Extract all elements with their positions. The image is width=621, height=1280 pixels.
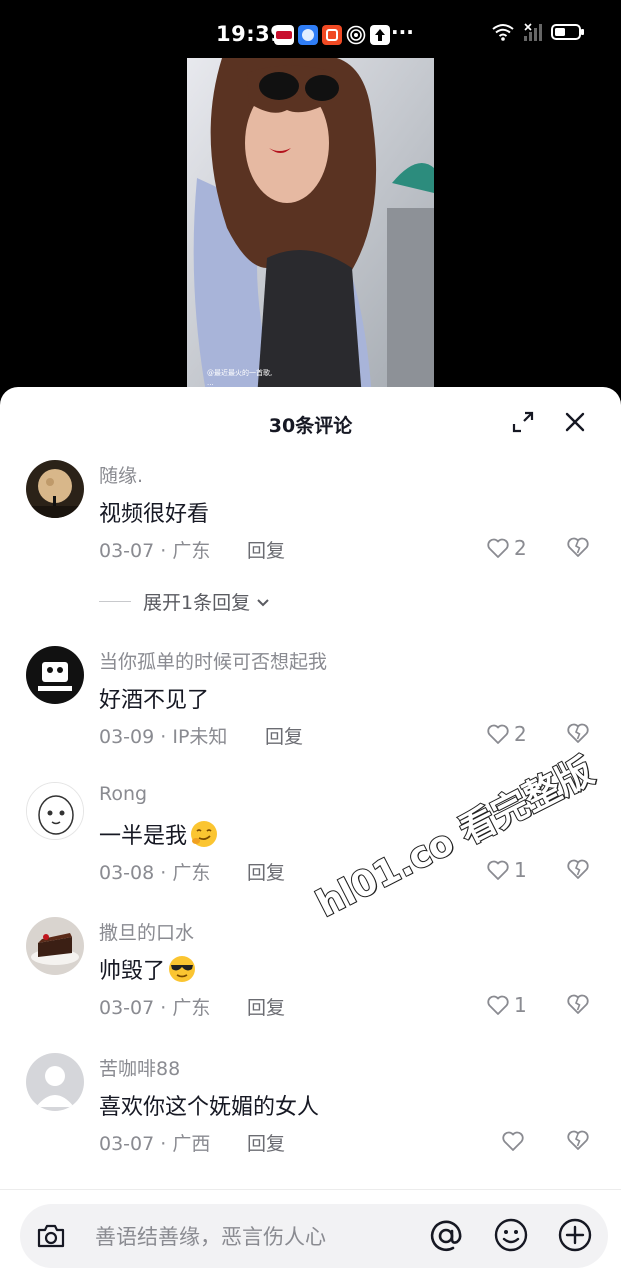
signal-icon — [523, 22, 543, 46]
expand-icon[interactable] — [510, 409, 536, 435]
avatar[interactable] — [26, 782, 84, 840]
heart-icon — [487, 724, 509, 744]
upload-icon — [370, 25, 390, 45]
status-right-icons — [491, 22, 585, 46]
like-count: 2 — [514, 536, 527, 560]
add-icon[interactable] — [557, 1217, 593, 1253]
status-more-icon: ··· — [391, 20, 414, 44]
comment-input[interactable] — [95, 1222, 395, 1252]
comment-meta: 03-07 · 广东 — [99, 540, 211, 562]
blue-app-icon — [298, 25, 318, 45]
like-count: 1 — [514, 858, 527, 882]
comment-username[interactable]: 当你孤单的时候可否想起我 — [99, 647, 327, 674]
avatar[interactable] — [26, 917, 84, 975]
heart-icon — [487, 995, 509, 1015]
broken-heart-icon[interactable] — [566, 536, 590, 560]
reply-button[interactable]: 回复 — [247, 858, 285, 885]
sunglasses-emoji — [169, 956, 196, 982]
comment-username[interactable]: 随缘. — [99, 461, 143, 488]
video-caption: @最近最火的一首歌, ... — [207, 369, 273, 387]
reply-button[interactable]: 回复 — [265, 722, 303, 749]
close-icon[interactable] — [562, 409, 588, 435]
huawei-app-icon — [274, 25, 294, 45]
red-app-icon — [322, 25, 342, 45]
like-button[interactable]: 2 — [486, 721, 527, 747]
comment-item: 撒旦的口水 帅毁了 03-07 · 广东 回复 1 — [0, 917, 621, 1047]
broken-heart-icon[interactable] — [566, 858, 590, 882]
broken-heart-icon[interactable] — [566, 993, 590, 1017]
avatar[interactable] — [26, 646, 84, 704]
battery-icon — [551, 22, 585, 46]
comment-input-bar — [0, 1189, 621, 1280]
comment-meta: 03-07 · 广西 — [99, 1133, 211, 1155]
like-button[interactable]: 2 — [486, 535, 527, 561]
expand-replies-button[interactable]: 展开1条回复 — [99, 588, 272, 615]
broken-heart-icon[interactable] — [566, 722, 590, 746]
smirk-emoji — [191, 821, 218, 847]
comment-username[interactable]: Rong — [99, 783, 147, 805]
like-button[interactable]: 1 — [486, 857, 527, 883]
comment-text: 好酒不见了 — [99, 688, 210, 713]
comment-text: 帅毁了 — [99, 953, 197, 985]
comments-sheet: 30条评论 随缘. 视频很好看 03-07 · 广东 回复 2 展开1条回复 当… — [0, 387, 621, 1280]
comment-text: 喜欢你这个妩媚的女人 — [99, 1095, 320, 1120]
camera-icon[interactable] — [33, 1218, 69, 1254]
comment-item: 当你孤单的时候可否想起我 好酒不见了 03-09 · IP未知 回复 2 — [0, 646, 621, 776]
comment-username[interactable]: 撒旦的口水 — [99, 918, 194, 945]
at-mention-icon[interactable] — [427, 1217, 465, 1255]
heart-icon — [487, 860, 509, 880]
comment-text: 视频很好看 — [99, 502, 210, 527]
comment-meta: 03-09 · IP未知 — [99, 726, 228, 748]
like-button[interactable]: 1 — [486, 992, 527, 1018]
avatar[interactable] — [26, 460, 84, 518]
reply-button[interactable]: 回复 — [247, 1129, 285, 1156]
heart-icon — [502, 1131, 524, 1151]
comment-text: 一半是我 — [99, 818, 219, 850]
video-player[interactable]: @最近最火的一首歌, ... — [0, 58, 621, 398]
avatar[interactable] — [26, 1053, 84, 1111]
video-thumbnail: @最近最火的一首歌, ... — [187, 58, 434, 398]
status-app-icons — [274, 25, 390, 45]
comment-item: 随缘. 视频很好看 03-07 · 广东 回复 2 展开1条回复 — [0, 460, 621, 614]
comment-item: 苦咖啡88 喜欢你这个妩媚的女人 03-07 · 广西 回复 — [0, 1053, 621, 1183]
heart-icon — [487, 538, 509, 558]
broken-heart-icon[interactable] — [566, 1129, 590, 1153]
like-button[interactable] — [501, 1128, 529, 1154]
comment-meta: 03-08 · 广东 — [99, 862, 211, 884]
reply-button[interactable]: 回复 — [247, 536, 285, 563]
like-count: 1 — [514, 993, 527, 1017]
wifi-icon — [491, 22, 515, 46]
hotspot-icon — [346, 25, 366, 45]
like-count: 2 — [514, 722, 527, 746]
comment-username[interactable]: 苦咖啡88 — [99, 1054, 180, 1081]
status-bar: 19:39 ··· — [0, 0, 621, 58]
emoji-icon[interactable] — [493, 1217, 529, 1253]
chevron-down-icon — [257, 598, 269, 606]
reply-button[interactable]: 回复 — [247, 993, 285, 1020]
comment-meta: 03-07 · 广东 — [99, 997, 211, 1019]
